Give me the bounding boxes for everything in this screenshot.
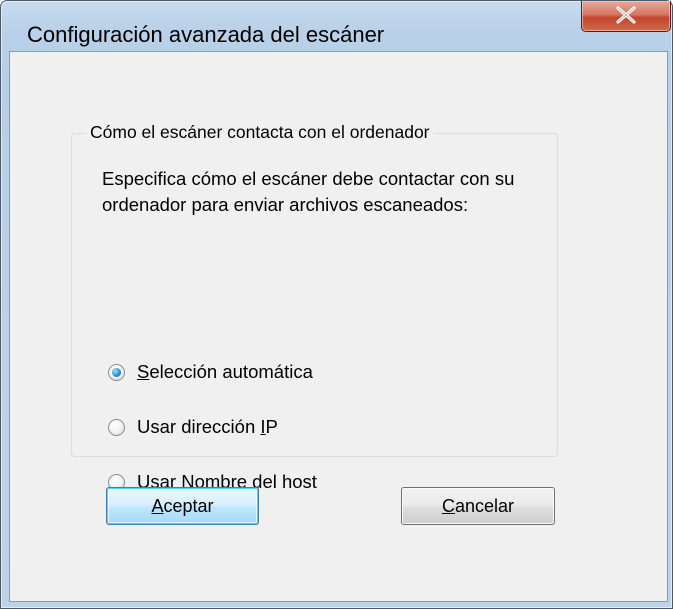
cancel-button[interactable]: Cancelar	[401, 487, 555, 525]
close-icon	[616, 6, 636, 24]
radio-label-ip: Usar dirección IP	[137, 416, 278, 437]
cancel-button-label: Cancelar	[441, 495, 515, 516]
radio-button-auto[interactable]	[108, 363, 125, 381]
dialog-window: Configuración avanzada del escáner Cómo …	[0, 0, 673, 609]
accept-button[interactable]: Aceptar	[106, 487, 259, 525]
dialog-body: Cómo el escáner contacta con el ordenado…	[9, 51, 668, 602]
close-button[interactable]	[581, 1, 671, 32]
radio-option-ip[interactable]: Usar dirección IP	[108, 415, 278, 439]
connection-groupbox: Cómo el escáner contacta con el ordenado…	[71, 122, 558, 492]
window-title: Configuración avanzada del escáner	[27, 22, 385, 47]
title-bar[interactable]: Configuración avanzada del escáner	[1, 1, 672, 51]
groupbox-description: Especifica cómo el escáner debe contacta…	[102, 168, 515, 215]
radio-option-auto[interactable]: Selección automática	[108, 360, 313, 384]
radio-button-ip[interactable]	[108, 418, 125, 436]
radio-label-auto: Selección automática	[137, 361, 313, 382]
groupbox-legend: Cómo el escáner contacta con el ordenado…	[86, 122, 434, 143]
accept-button-label: Aceptar	[151, 495, 214, 516]
